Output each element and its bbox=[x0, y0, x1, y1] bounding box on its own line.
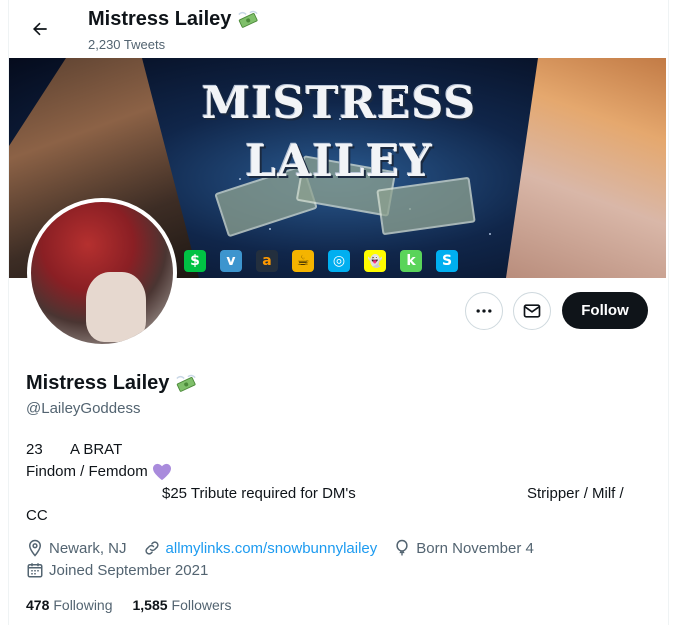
follow-button[interactable]: Follow bbox=[562, 292, 648, 329]
arrow-left-icon bbox=[33, 22, 47, 36]
bio-tail: Stripper / Milf / bbox=[527, 485, 624, 502]
profile-meta-row-1: Newark, NJ allmylinks.com/snowbunnylaile… bbox=[26, 539, 550, 557]
website-item: allmylinks.com/snowbunnylailey bbox=[143, 539, 378, 557]
snapchat-icon: 👻 bbox=[364, 250, 386, 272]
banner-title: MISTRESS LAILEY bbox=[194, 78, 484, 188]
header-name-text: Mistress Lailey bbox=[88, 8, 232, 30]
skype-icon: S bbox=[436, 250, 458, 272]
bio-cc: CC bbox=[26, 507, 48, 524]
amazon-icon: a bbox=[256, 250, 278, 272]
envelope-icon bbox=[523, 304, 541, 318]
more-button[interactable] bbox=[465, 292, 503, 330]
balloon-icon bbox=[396, 539, 408, 556]
followers-link[interactable]: 1,585 Followers bbox=[133, 597, 232, 613]
following-label: Following bbox=[53, 597, 113, 613]
bio-age: 23 bbox=[26, 441, 43, 458]
avatar-photo bbox=[86, 272, 146, 342]
birthday-text: Born November 4 bbox=[416, 539, 534, 557]
header-title: Mistress Lailey bbox=[88, 8, 259, 31]
bio-line-1: 23 A BRAT bbox=[26, 439, 656, 461]
more-dots-icon bbox=[476, 309, 492, 313]
profile-name-text: Mistress Lailey bbox=[26, 372, 170, 394]
link-icon bbox=[144, 541, 159, 555]
profile-header: Mistress Lailey 2,230 Tweets bbox=[8, 0, 667, 58]
profile-name: Mistress Lailey bbox=[26, 372, 197, 395]
calendar-icon bbox=[27, 563, 43, 578]
bio-line-4: CC bbox=[26, 505, 656, 527]
venmo-icon: v bbox=[220, 250, 242, 272]
bio-line-2: Findom / Femdom bbox=[26, 461, 656, 483]
profile-handle: @LaileyGoddess bbox=[26, 400, 141, 417]
cashapp-icon: $ bbox=[184, 250, 206, 272]
banner-app-icons: $ v a ☕ ◎ 👻 k S bbox=[184, 250, 458, 272]
location-pin-icon bbox=[28, 539, 42, 557]
back-button[interactable] bbox=[25, 14, 55, 44]
banner-title-line1: MISTRESS bbox=[201, 78, 477, 129]
bio-tribute: $25 Tribute required for DM's bbox=[162, 485, 356, 502]
banner-right-photo bbox=[506, 58, 666, 278]
banner-title-line2: LAILEY bbox=[245, 136, 433, 188]
avatar[interactable] bbox=[27, 198, 177, 348]
starbucks-icon: ☕ bbox=[292, 250, 314, 272]
tweet-count: 2,230 Tweets bbox=[88, 37, 166, 52]
bio-line-3: $25 Tribute required for DM's Stripper /… bbox=[26, 483, 656, 505]
onlyfans-icon: ◎ bbox=[328, 250, 350, 272]
followers-count: 1,585 bbox=[132, 597, 168, 613]
location-text: Newark, NJ bbox=[49, 539, 127, 557]
joined-item: Joined September 2021 bbox=[26, 561, 208, 579]
money-with-wings-icon bbox=[238, 10, 259, 28]
location-item: Newark, NJ bbox=[26, 539, 127, 557]
profile-meta-row-2: Joined September 2021 bbox=[26, 561, 224, 579]
bio-tag: A BRAT bbox=[70, 441, 123, 458]
purple-heart-icon bbox=[152, 463, 171, 481]
message-button[interactable] bbox=[513, 292, 551, 330]
joined-text: Joined September 2021 bbox=[49, 561, 209, 579]
kik-icon: k bbox=[400, 250, 422, 272]
followers-label: Followers bbox=[171, 597, 232, 613]
bio-findom: Findom / Femdom bbox=[26, 463, 148, 480]
follow-counts: 478 Following 1,585 Followers bbox=[26, 597, 231, 613]
website-link[interactable]: allmylinks.com/snowbunnylailey bbox=[166, 540, 378, 557]
following-count: 478 bbox=[26, 597, 50, 613]
money-with-wings-icon bbox=[176, 374, 197, 392]
birthday-item: Born November 4 bbox=[393, 539, 534, 557]
following-link[interactable]: 478 Following bbox=[26, 597, 113, 613]
profile-bio: 23 A BRAT Findom / Femdom $25 Tribute re… bbox=[26, 439, 656, 527]
